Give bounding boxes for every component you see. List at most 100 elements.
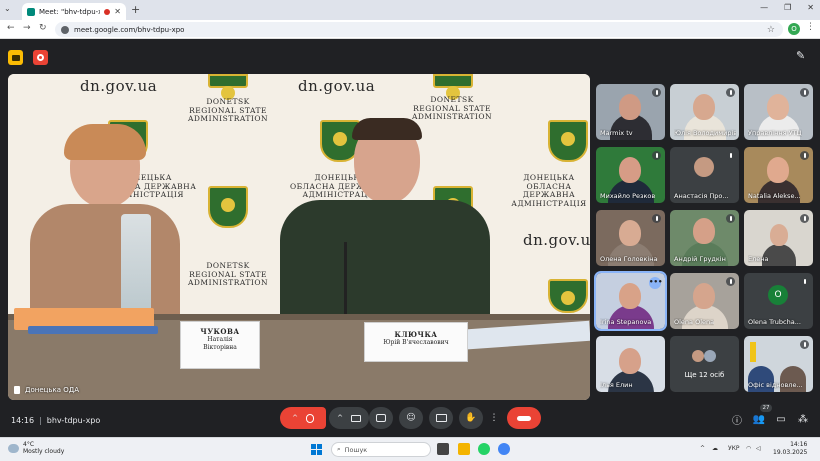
participant-name: Елена (748, 255, 769, 263)
more-options-button[interactable]: ⋮ (486, 407, 502, 429)
participant-tile[interactable]: Елена (744, 210, 813, 266)
meet-area: ✎ dn.gov.ua dn.gov.ua dn.gov.ua DONETSK … (0, 40, 820, 436)
new-tab-button[interactable]: + (131, 3, 140, 16)
weather-widget[interactable]: 4°C Mostly cloudy (8, 441, 64, 455)
chevron-up-icon[interactable]: ^ (337, 414, 343, 422)
taskbar-search[interactable]: ⌕ Пошук (331, 442, 431, 457)
tile-face (693, 283, 715, 309)
raise-hand-button[interactable]: ✋ (459, 407, 483, 429)
tile-face (619, 283, 641, 309)
wall-ua-line: ОБЛАСНА ДЕРЖАВНА (522, 181, 576, 200)
site-info-icon[interactable] (61, 25, 69, 34)
participant-tile[interactable]: O Olena Trubcha... (744, 273, 813, 329)
muted-mic-icon (726, 277, 735, 286)
participant-tile-active[interactable]: ••• Irina Stepanova (594, 271, 667, 331)
main-video[interactable]: dn.gov.ua dn.gov.ua dn.gov.ua DONETSK RE… (8, 74, 590, 400)
task-view-icon[interactable] (437, 443, 449, 455)
camera-toggle-button[interactable]: ^ (329, 407, 369, 429)
file-explorer-icon[interactable] (458, 443, 470, 455)
system-clock[interactable]: 14:16 19.03.2025 (773, 441, 807, 457)
wall-ua-line: АДМІНІСТРАЦІЯ (511, 198, 587, 208)
browser-tab[interactable]: Meet: "bhv-tdpu-xpo" ✕ (22, 3, 126, 20)
bookmark-star-icon[interactable]: ☆ (767, 25, 775, 35)
participant-avatar: O (768, 285, 788, 305)
participant-tile[interactable]: Olena Olena (670, 273, 739, 329)
more-participants-tile[interactable]: Ще 12 осіб (670, 336, 739, 392)
mic-toggle-button[interactable]: ^ (280, 407, 326, 429)
more-options-icon[interactable]: ••• (649, 277, 662, 289)
meeting-time: 14:16 (11, 416, 35, 425)
participant-tile[interactable]: Олена Головкіна (596, 210, 665, 266)
flag-icon (750, 342, 756, 362)
participant-tile[interactable]: Marmix tv (596, 84, 665, 140)
windows-start-icon[interactable] (311, 444, 322, 455)
tile-face (693, 94, 715, 120)
people-icon[interactable]: 👥 (753, 413, 765, 425)
volume-icon[interactable]: ◁ (756, 445, 761, 452)
back-icon[interactable]: ← (7, 23, 15, 33)
activities-icon[interactable]: ⁂ (797, 413, 809, 425)
pin-icon[interactable] (14, 386, 20, 394)
more-vert-icon: ⋮ (489, 413, 499, 423)
participant-tile[interactable]: Юлія Володимирівна (670, 84, 739, 140)
language-indicator[interactable]: УКР (728, 445, 740, 452)
participant-tile[interactable]: Андрій Грудкін (670, 210, 739, 266)
woman-body (30, 204, 180, 324)
present-button[interactable] (429, 407, 453, 429)
tab-search-icon[interactable]: ⌄ (4, 4, 11, 13)
participant-tile[interactable]: Ілья Елин (596, 336, 665, 392)
close-window-icon[interactable]: ✕ (807, 3, 814, 12)
reactions-button[interactable]: ☺ (399, 407, 423, 429)
tray-cloud-icon[interactable]: ☁ (712, 445, 718, 452)
window-controls: — ❐ ✕ (760, 3, 814, 12)
browser-menu-icon[interactable]: ⋮ (806, 22, 815, 32)
close-tab-icon[interactable]: ✕ (114, 7, 121, 16)
tray-chevron-icon[interactable]: ^ (700, 445, 705, 452)
coat-of-arms-icon (548, 120, 588, 162)
participant-name: Natalia Alekse... (748, 192, 801, 200)
end-call-button[interactable] (507, 407, 541, 429)
muted-mic-icon (800, 151, 809, 160)
whatsapp-icon[interactable] (478, 443, 490, 455)
woman-hair (64, 124, 146, 160)
participant-tile[interactable]: Михайло Резков (596, 147, 665, 203)
participant-tile[interactable]: Управління УТЦ (744, 84, 813, 140)
participant-tile[interactable]: Анастасія Про... (670, 147, 739, 203)
recording-indicator-icon[interactable] (33, 50, 48, 65)
people-count-badge: 27 (760, 404, 772, 412)
url-field[interactable]: meet.google.com/bhv-tdpu-xpo ☆ (55, 22, 783, 37)
participant-tile[interactable]: Natalia Alekse... (744, 147, 813, 203)
forward-icon[interactable]: → (23, 23, 31, 33)
muted-mic-icon (800, 340, 809, 349)
wall-en-text: DONETSK REGIONAL STATE ADMINISTRATION (188, 261, 268, 288)
minimize-icon[interactable]: — (760, 3, 768, 12)
address-bar-row: ← → ↻ meet.google.com/bhv-tdpu-xpo ☆ (0, 20, 820, 39)
muted-mic-icon (652, 88, 661, 97)
hang-up-icon (517, 415, 531, 421)
participant-name: Управління УТЦ (748, 129, 802, 137)
chevron-up-icon[interactable]: ^ (292, 414, 298, 422)
main-participant-name: Донецька ОДА (25, 386, 80, 394)
plate-surname: ЧУКОВА (200, 327, 240, 336)
chrome-icon[interactable] (498, 443, 510, 455)
name-plate-left: ЧУКОВА Наталія Вікторівна (180, 321, 260, 369)
participant-tile[interactable]: Офіс відновле... (744, 336, 813, 392)
chat-icon[interactable]: ▭ (775, 413, 787, 425)
profile-avatar[interactable]: O (788, 23, 800, 35)
maximize-icon[interactable]: ❐ (784, 3, 791, 12)
search-icon: ⌕ (337, 445, 341, 453)
annotate-pen-icon[interactable]: ✎ (796, 49, 805, 62)
meeting-details-icon[interactable]: ⓘ (731, 413, 743, 427)
tile-face (619, 94, 641, 120)
muted-mic-icon (652, 214, 661, 223)
tile-face (693, 218, 715, 244)
recording-dot-icon (104, 8, 111, 15)
clock-date: 19.03.2025 (773, 448, 808, 456)
hand-icon: ✋ (465, 413, 477, 423)
host-controls-icon[interactable] (8, 50, 23, 65)
participant-avatar (704, 350, 716, 362)
reload-icon[interactable]: ↻ (39, 23, 47, 33)
os-taskbar: 4°C Mostly cloudy ⌕ Пошук ^ ☁ УКР ◠ ◁ 14… (0, 437, 820, 461)
wifi-icon[interactable]: ◠ (746, 445, 751, 452)
captions-button[interactable] (369, 407, 393, 429)
